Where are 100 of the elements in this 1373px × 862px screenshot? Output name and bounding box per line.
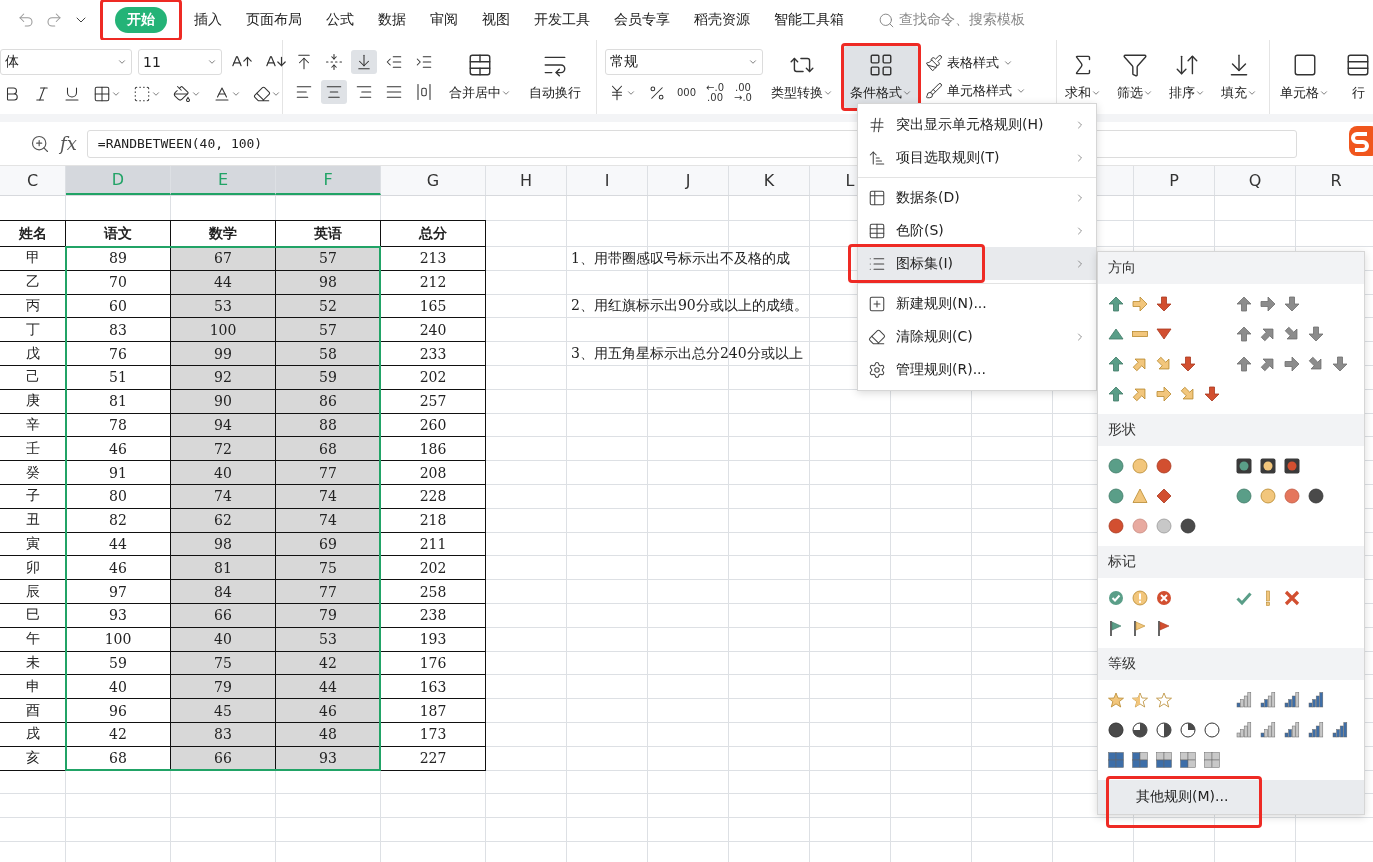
quarter-circles-icon[interactable] [1108,722,1220,738]
column-header[interactable]: J [648,166,729,195]
style-button[interactable]: 表格样式 [923,52,1028,74]
sum-button[interactable]: 求和 [1059,46,1107,108]
triangles-icon[interactable] [1108,326,1172,342]
arrows-icon[interactable] [1236,326,1324,342]
table-cell: 96 [66,699,171,723]
menu-item[interactable]: 管理规则(R)... [858,353,1096,386]
shapes-icon[interactable] [1108,488,1172,504]
menu-item[interactable]: 图标集(I) [858,247,1096,280]
style-button[interactable]: 单元格样式 [923,80,1028,102]
number-format-button[interactable]: 000 [675,86,699,100]
redo-icon [45,11,63,29]
circles-icon[interactable] [1236,488,1324,504]
note-text: 3、用五角星标示出总分240分或以上 [571,344,803,364]
ribbon-tab[interactable]: 会员专享 [602,7,682,33]
column-header[interactable]: Q [1215,166,1296,195]
conditional-format-icon [868,52,894,78]
table-cell: 66 [171,603,276,628]
signal-bars-icon[interactable] [1236,722,1348,738]
table-cell: 81 [66,389,171,414]
align-center-icon [325,83,343,101]
eraser-icon [253,85,271,103]
ribbon-tab[interactable]: 页面布局 [234,7,314,33]
number-format-button[interactable]: ←.0 .00 [704,81,726,105]
arrows-icon[interactable] [1108,356,1196,372]
arrows-icon[interactable] [1108,386,1220,402]
circles-icon[interactable] [1108,458,1172,474]
ribbon-tab[interactable]: 视图 [470,7,522,33]
squares-icon[interactable] [1108,752,1220,768]
sort-button[interactable]: 排序 [1163,46,1211,108]
stars-icon[interactable] [1108,692,1172,708]
note-text: 1、用带圈感叹号标示出不及格的成 [571,248,790,268]
table-cell: 46 [276,699,381,723]
cells-button[interactable]: 单元格 [1274,46,1335,108]
ribbon-tab[interactable]: 稻壳资源 [682,7,762,33]
menu-item[interactable]: 新建规则(N)... [858,287,1096,320]
ribbon-tab[interactable]: 数据 [366,7,418,33]
table-cell: 72 [171,437,276,462]
menu-item[interactable]: 清除规则(C) [858,320,1096,353]
column-header[interactable]: H [486,166,567,195]
column-header[interactable]: I [567,166,648,195]
column-header[interactable]: K [729,166,810,195]
table-cell: 70 [66,270,171,295]
circles-icon[interactable] [1108,518,1196,534]
filter-button[interactable]: 筛选 [1111,46,1159,108]
symbols-icon[interactable] [1236,590,1300,606]
search-field[interactable]: 查找命令、搜索模板 [878,11,1025,29]
table-cell: 40 [66,675,171,700]
table-cell: 40 [171,461,276,485]
symbols-icon[interactable] [1108,590,1172,606]
menu-item[interactable]: 色阶(S) [858,214,1096,247]
align-bottom-button[interactable] [351,50,377,74]
conditional-format-button[interactable]: 条件格式 [844,46,918,108]
ribbon-tab[interactable]: 插入 [182,7,234,33]
table-cell: 238 [381,603,486,628]
ribbon-tab[interactable]: 审阅 [418,7,470,33]
table-cell: 57 [276,247,381,271]
table-cell: 193 [381,627,486,652]
table-cell: 53 [276,627,381,652]
undo-icon [17,11,35,29]
paint-bucket-icon [173,85,191,103]
section-heading: 标记 [1098,546,1364,578]
table-cell: 44 [276,675,381,700]
rows-button[interactable]: 行 [1339,46,1373,108]
table-cell: 228 [381,484,486,509]
ribbon-tab[interactable]: 公式 [314,7,366,33]
font-size-field[interactable]: 11 [138,49,222,75]
arrows-icon[interactable] [1236,356,1348,372]
table-cell: 84 [171,580,276,604]
flags-icon[interactable] [1108,620,1172,636]
function-label[interactable]: fx [60,133,77,154]
font-name-field[interactable]: 体 [0,49,132,75]
wrap-text-button[interactable]: 自动换行 [523,46,587,108]
traffic-lights-icon[interactable] [1236,458,1300,474]
table-cell: 227 [381,746,486,771]
arrows-icon[interactable] [1108,296,1172,312]
number-format-button[interactable]: .00 →.0 [732,81,754,105]
table-cell: 44 [171,270,276,295]
brush-icon [925,82,943,100]
more-rules-item[interactable]: 其他规则(M)... [1098,780,1364,814]
table-cell: 92 [171,366,276,390]
column-header[interactable]: P [1134,166,1215,195]
table-cell: 100 [66,627,171,652]
ribbon-tab[interactable]: 开发工具 [522,7,602,33]
column-header[interactable]: R [1296,166,1373,195]
table-cell: 89 [66,247,171,271]
signal-bars-icon[interactable] [1236,692,1324,708]
ribbon-tab[interactable]: 智能工具箱 [762,7,856,33]
merge-center-button[interactable]: 合并居中 [443,46,517,108]
table-cell: 186 [381,437,486,462]
number-format-field[interactable]: 常规 [605,49,763,75]
arrows-icon[interactable] [1236,296,1300,312]
align-left-icon [295,83,313,101]
borders-icon [93,85,111,103]
italic-icon [33,85,51,103]
convert-type-button[interactable]: 类型转换 [765,46,839,108]
column-header[interactable]: G [381,166,486,195]
fill-button[interactable]: 填充 [1215,46,1263,108]
align-center-button[interactable] [321,80,347,104]
